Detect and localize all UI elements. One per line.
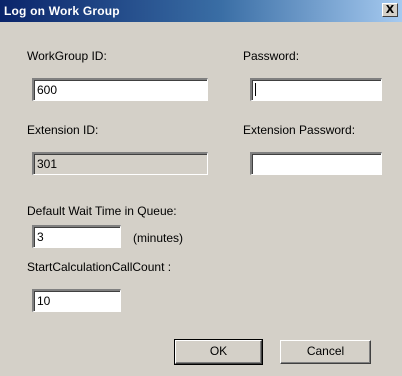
text-caret <box>255 83 256 96</box>
default-wait-label: Default Wait Time in Queue: <box>27 204 177 218</box>
close-icon: X <box>385 3 395 16</box>
password-label: Password: <box>243 49 300 63</box>
default-wait-input[interactable]: 3 <box>32 225 121 248</box>
title-bar[interactable]: Log on Work Group X <box>0 0 402 22</box>
minutes-unit-label: (minutes) <box>133 231 184 245</box>
extension-password-input[interactable] <box>250 152 382 175</box>
ok-button[interactable]: OK <box>174 339 263 365</box>
extension-id-input: 301 <box>32 152 208 175</box>
cancel-button[interactable]: Cancel <box>280 340 371 364</box>
window-title: Log on Work Group <box>4 4 120 18</box>
password-input[interactable] <box>250 78 382 101</box>
logon-dialog: Log on Work Group X WorkGroup ID: 600 Pa… <box>0 0 402 376</box>
start-calc-input[interactable]: 10 <box>32 289 121 312</box>
extension-id-label: Extension ID: <box>27 123 99 137</box>
start-calc-label: StartCalculationCallCount : <box>27 260 172 274</box>
workgroup-id-label: WorkGroup ID: <box>27 49 107 63</box>
workgroup-id-input[interactable]: 600 <box>32 78 208 101</box>
extension-password-label: Extension Password: <box>243 123 356 137</box>
close-button[interactable]: X <box>382 3 398 17</box>
